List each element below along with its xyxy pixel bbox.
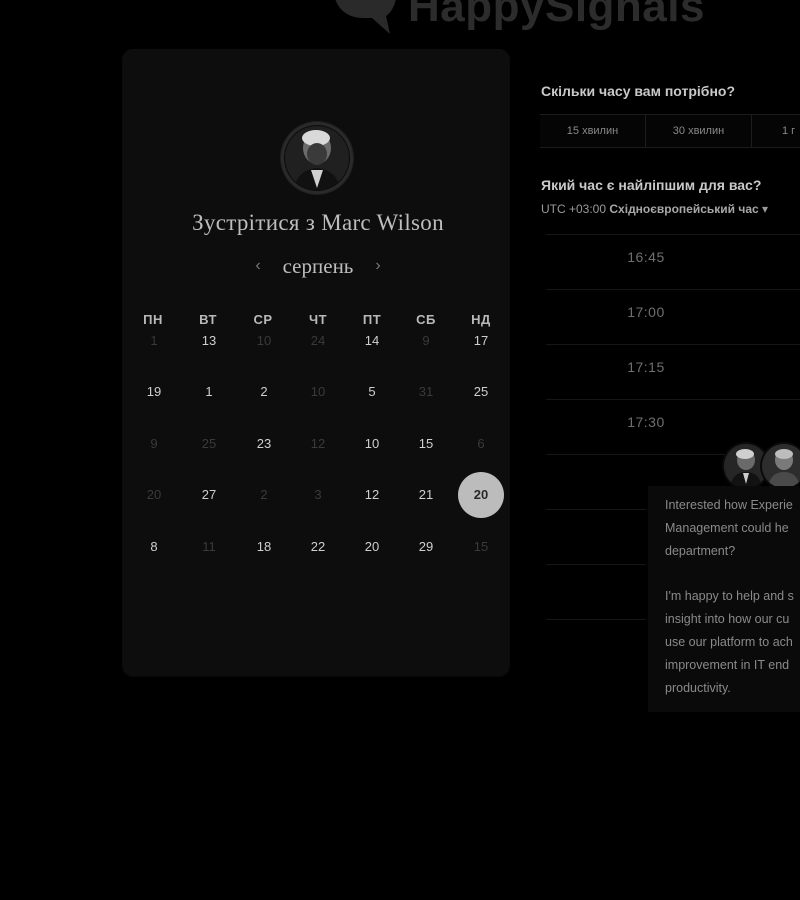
time-slot[interactable]: 17:15	[546, 344, 800, 398]
time-slot[interactable]: 17:00	[546, 289, 800, 343]
duration-heading: Скільки часу вам потрібно?	[541, 83, 736, 99]
calendar-day: 15	[473, 539, 489, 554]
calendar-day[interactable]: 19	[131, 369, 177, 415]
agent-avatar	[762, 444, 800, 488]
month-label: серпень	[282, 254, 354, 278]
calendar-day: 9	[150, 436, 158, 451]
chat-line: improvement in IT end	[665, 657, 790, 672]
chat-message: Interested how Experie Management could …	[665, 494, 800, 699]
calendar-day[interactable]: 5	[349, 369, 395, 415]
chat-avatars[interactable]	[724, 444, 800, 490]
time-slot-divider	[546, 509, 646, 510]
calendar-day[interactable]: 10	[349, 421, 395, 467]
calendar-day[interactable]: 2	[241, 369, 287, 415]
calendar-day: 12	[310, 436, 326, 451]
timezone-offset: UTC +03:00	[541, 202, 607, 216]
calendar-day: 1	[150, 333, 158, 348]
scheduling-page: HappySignals Зустрітися з Marc Wilson ‹ …	[0, 0, 800, 900]
meeting-title: Зустрітися з Marc Wilson	[192, 210, 444, 235]
chat-line: Management could he	[665, 520, 789, 535]
calendar-day: 10	[310, 384, 326, 399]
calendar-day[interactable]: 15	[403, 421, 449, 467]
duration-option-15[interactable]: 15 хвилин	[540, 115, 646, 147]
calendar-day: 11	[202, 539, 216, 554]
duration-option-30[interactable]: 30 хвилин	[646, 115, 752, 147]
calendar-day[interactable]: 14	[349, 318, 395, 364]
time-slot[interactable]: 16:45	[546, 234, 800, 288]
calendar-day: 24	[310, 333, 326, 348]
calendar-day: 10	[256, 333, 272, 348]
calendar-day[interactable]: 29	[403, 524, 449, 570]
calendar-day[interactable]: 21	[403, 472, 449, 518]
calendar-day[interactable]: 20	[349, 524, 395, 570]
chat-line: I'm happy to help and s	[665, 589, 794, 604]
speech-bubble-heart-icon	[335, 0, 396, 34]
calendar-day: 3	[314, 487, 322, 502]
calendar-day[interactable]: 8	[131, 524, 177, 570]
chevron-right-icon[interactable]: ›	[368, 254, 388, 278]
calendar-day[interactable]: 1	[186, 369, 232, 415]
agent-portrait-icon	[762, 444, 800, 488]
calendar-day[interactable]: 27	[186, 472, 232, 518]
month-navigator: ‹ серпень ›	[240, 254, 400, 282]
duration-selector: 15 хвилин 30 хвилин 1 г	[540, 114, 800, 148]
calendar-day: 20	[146, 487, 162, 502]
host-avatar	[281, 122, 353, 194]
caret-down-icon: ▾	[762, 202, 769, 216]
calendar-day[interactable]: 25	[458, 369, 504, 415]
chat-line: use our platform to ach	[665, 634, 793, 649]
chat-line: insight into how our cu	[665, 612, 790, 627]
calendar-day: 25	[201, 436, 217, 451]
calendar-day: 2	[260, 487, 268, 502]
time-heading: Який час є найліпшим для вас?	[541, 177, 762, 193]
calendar-day[interactable]: 22	[295, 524, 341, 570]
calendar-day[interactable]: 17	[458, 318, 504, 364]
chevron-left-icon[interactable]: ‹	[248, 254, 268, 278]
duration-option-60[interactable]: 1 г	[752, 115, 800, 147]
chat-line: Interested how Experie	[665, 498, 793, 512]
calendar-day-selected[interactable]: 20	[458, 472, 504, 518]
calendar-day[interactable]: 12	[349, 472, 395, 518]
chat-line: productivity.	[665, 680, 731, 695]
chat-paragraph-1: Interested how Experie Management could …	[665, 494, 800, 562]
calendar-day[interactable]: 18	[241, 524, 287, 570]
calendar-day: 31	[418, 384, 434, 399]
chat-paragraph-2: I'm happy to help and s insight into how…	[665, 585, 800, 699]
time-slot-divider	[546, 564, 646, 565]
calendar-grid: 1 13 10 24 14 9 17 19 1 2 10 5 31 25 9 25 23 12 10 15 6 20 27 2…	[126, 330, 508, 570]
timezone-selector[interactable]: UTC +03:00 Східноєвропейський час ▾	[541, 202, 768, 216]
calendar-day[interactable]: 13	[186, 318, 232, 364]
calendar-day: 6	[477, 436, 485, 451]
host-portrait-icon	[284, 125, 350, 191]
timezone-name: Східноєвропейський час	[609, 202, 759, 216]
chat-line: department?	[665, 543, 736, 558]
calendar-day: 9	[422, 333, 430, 348]
time-slot-divider	[546, 619, 646, 620]
calendar-day[interactable]: 23	[241, 421, 287, 467]
